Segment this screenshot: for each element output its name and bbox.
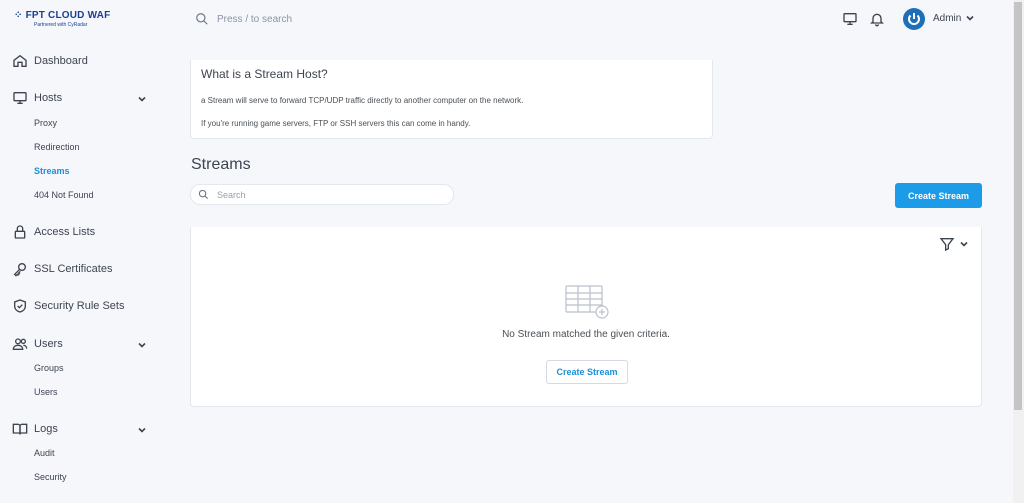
monitor-icon[interactable] <box>842 11 858 27</box>
filter-icon <box>939 238 955 252</box>
bell-icon[interactable] <box>869 11 885 27</box>
create-stream-button[interactable]: Create Stream <box>895 183 982 208</box>
info-line: a Stream will serve to forward TCP/UDP t… <box>201 96 524 105</box>
sidebar-item-label: Security Rule Sets <box>34 300 125 312</box>
brand-logo[interactable]: ⁘ FPT CLOUD WAF Partnered with CyRadar <box>14 10 114 30</box>
scrollbar-thumb[interactable] <box>1014 2 1022 410</box>
search-icon <box>196 13 208 25</box>
sidebar-item-ssl-certificates[interactable]: SSL Certificates <box>12 259 112 279</box>
info-title: What is a Stream Host? <box>201 67 328 81</box>
sidebar-item-security-rule-sets[interactable]: Security Rule Sets <box>12 296 124 316</box>
sidebar-item-streams[interactable]: Streams <box>34 166 70 176</box>
sidebar-item-label: Access Lists <box>34 226 96 238</box>
sidebar-item-label: Users <box>34 338 63 350</box>
chevron-down-icon[interactable] <box>965 13 975 23</box>
user-name[interactable]: Admin <box>933 13 961 24</box>
empty-table-icon <box>565 285 609 319</box>
avatar[interactable] <box>903 8 925 30</box>
global-search[interactable]: Press / to search <box>195 10 292 28</box>
streams-panel: No Stream matched the given criteria. Cr… <box>190 227 982 407</box>
logo-mark-icon: ⁘ <box>14 10 23 21</box>
sidebar-item-security[interactable]: Security <box>34 472 67 482</box>
users-icon <box>12 338 28 350</box>
sidebar-item-label: Logs <box>34 423 58 435</box>
top-header: ⁘ FPT CLOUD WAF Partnered with CyRadar P… <box>0 0 1013 38</box>
chevron-down-icon[interactable] <box>137 425 147 435</box>
sidebar-item-groups[interactable]: Groups <box>34 363 64 373</box>
lock-icon <box>14 225 26 239</box>
chevron-down-icon <box>960 241 968 247</box>
sidebar-item-redirection[interactable]: Redirection <box>34 142 80 152</box>
stream-search <box>190 184 454 205</box>
chevron-down-icon[interactable] <box>137 340 147 350</box>
shield-icon <box>14 299 26 313</box>
sidebar-item-label: Hosts <box>34 92 63 104</box>
stream-host-info-card: What is a Stream Host? a Stream will ser… <box>190 60 713 139</box>
power-icon <box>908 13 920 25</box>
sidebar-item-label: Dashboard <box>34 55 88 67</box>
info-line: If you're running game servers, FTP or S… <box>201 119 471 128</box>
home-icon <box>13 54 27 67</box>
brand-tagline: Partnered with CyRadar <box>34 22 88 28</box>
chevron-down-icon[interactable] <box>137 94 147 104</box>
sidebar-item-proxy[interactable]: Proxy <box>34 118 57 128</box>
sidebar-item-label: SSL Certificates <box>34 263 113 275</box>
sidebar-item-users[interactable]: Users <box>12 334 63 354</box>
global-search-placeholder: Press / to search <box>217 13 293 25</box>
sidebar-item-404-not-found[interactable]: 404 Not Found <box>34 190 94 200</box>
sidebar: Dashboard Hosts Proxy Redirection Stream… <box>0 38 170 503</box>
brand-name: ⁘ FPT CLOUD WAF <box>14 10 110 21</box>
book-icon <box>12 423 28 435</box>
sidebar-item-hosts[interactable]: Hosts <box>12 88 62 108</box>
create-stream-empty-button[interactable]: Create Stream <box>546 360 628 384</box>
sidebar-item-logs[interactable]: Logs <box>12 419 58 439</box>
monitor-icon <box>13 92 27 104</box>
search-icon <box>198 189 209 200</box>
sidebar-item-access-lists[interactable]: Access Lists <box>12 222 95 242</box>
empty-state-message: No Stream matched the given criteria. <box>502 329 670 340</box>
key-icon <box>13 263 26 277</box>
page-title: Streams <box>191 156 251 173</box>
filter-dropdown[interactable] <box>939 236 971 252</box>
sidebar-item-dashboard[interactable]: Dashboard <box>12 51 88 71</box>
search-input[interactable] <box>217 189 437 200</box>
sidebar-item-audit[interactable]: Audit <box>34 448 55 458</box>
page-scrollbar[interactable] <box>1013 0 1024 503</box>
sidebar-item-users-list[interactable]: Users <box>34 387 58 397</box>
brand-name-text: FPT CLOUD WAF <box>25 10 111 21</box>
